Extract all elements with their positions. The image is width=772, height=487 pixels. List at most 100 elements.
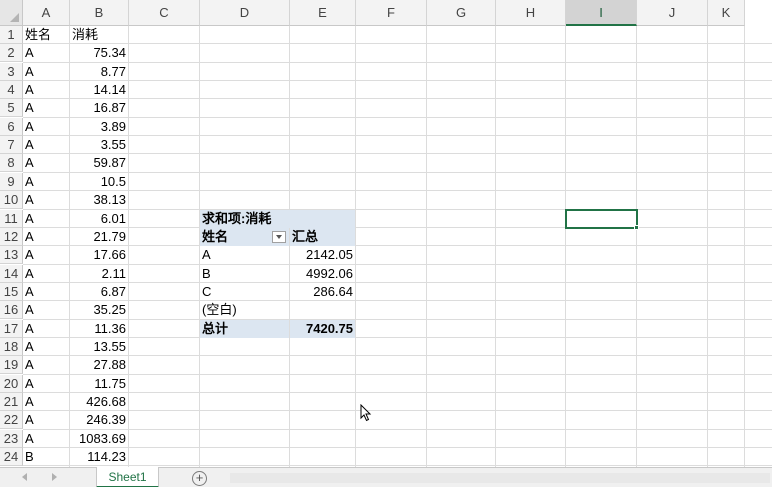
column-header-e[interactable]: E xyxy=(290,0,356,26)
cell-name[interactable]: A xyxy=(23,393,69,411)
row-header-24[interactable]: 24 xyxy=(0,448,23,467)
scroll-tabs-left-icon[interactable] xyxy=(22,473,27,481)
row-header-4[interactable]: 4 xyxy=(0,81,23,100)
row-header-13[interactable]: 13 xyxy=(0,246,23,265)
cell-name[interactable]: A xyxy=(23,154,69,172)
row-header-23[interactable]: 23 xyxy=(0,429,23,448)
cell-name[interactable]: A xyxy=(23,173,69,191)
row-header-16[interactable]: 16 xyxy=(0,301,23,320)
row-header-11[interactable]: 11 xyxy=(0,209,23,228)
row-header-9[interactable]: 9 xyxy=(0,172,23,191)
cell-consumption[interactable]: 246.39 xyxy=(70,411,128,429)
row-header-21[interactable]: 21 xyxy=(0,393,23,411)
cell-consumption[interactable]: 35.25 xyxy=(70,301,128,319)
sheet-tab-sheet1[interactable]: Sheet1 xyxy=(96,467,159,487)
row-header-18[interactable]: 18 xyxy=(0,337,23,356)
row-header-3[interactable]: 3 xyxy=(0,62,23,81)
cell-consumption[interactable]: 6.87 xyxy=(70,283,128,301)
cell-name[interactable]: A xyxy=(23,246,69,264)
cell-consumption[interactable]: 75.34 xyxy=(70,44,128,62)
cell-name[interactable]: A xyxy=(23,265,69,283)
row-header-17[interactable]: 17 xyxy=(0,319,23,338)
row-header-20[interactable]: 20 xyxy=(0,374,23,393)
column-header-d[interactable]: D xyxy=(200,0,290,26)
cell-name[interactable]: A xyxy=(23,191,69,209)
cell-name[interactable]: A xyxy=(23,301,69,319)
pivot-row-label-cell[interactable]: A xyxy=(200,246,289,264)
pivot-row-value-cell[interactable]: 286.64 xyxy=(290,283,355,301)
row-header-19[interactable]: 19 xyxy=(0,356,23,375)
cell-name[interactable]: A xyxy=(23,63,69,81)
cell-name[interactable]: A xyxy=(23,356,69,374)
row-header-5[interactable]: 5 xyxy=(0,99,23,118)
pivot-total-label[interactable]: 总计 xyxy=(200,319,289,338)
cell-consumption[interactable]: 13.55 xyxy=(70,338,128,356)
row-header-1[interactable]: 1 xyxy=(0,26,23,44)
pivot-row-label-cell[interactable]: (空白) xyxy=(200,301,289,319)
cell-b1[interactable]: 消耗 xyxy=(70,26,128,44)
pivot-row-label-cell[interactable]: B xyxy=(200,265,289,283)
cell-consumption[interactable]: 3.89 xyxy=(70,118,128,136)
column-header-g[interactable]: G xyxy=(427,0,496,26)
cell-consumption[interactable]: 6.01 xyxy=(70,210,128,228)
cell-consumption[interactable]: 11.36 xyxy=(70,320,128,338)
row-header-15[interactable]: 15 xyxy=(0,282,23,301)
cell-name[interactable]: A xyxy=(23,210,69,228)
cell-name[interactable]: B xyxy=(23,448,69,466)
cell-name[interactable]: A xyxy=(23,228,69,246)
column-header-b[interactable]: B xyxy=(70,0,129,26)
fill-handle-icon[interactable] xyxy=(634,224,639,230)
cell-consumption[interactable]: 426.68 xyxy=(70,393,128,411)
column-header-k[interactable]: K xyxy=(708,0,745,26)
cell-name[interactable]: A xyxy=(23,81,69,99)
cell-name[interactable]: A xyxy=(23,320,69,338)
cell-consumption[interactable]: 59.87 xyxy=(70,154,128,172)
scroll-tabs-right-icon[interactable] xyxy=(52,473,57,481)
spreadsheet-grid[interactable]: A B C D E F G H I J K 1 2 3 4 5 6 7 8 9 10 11 12 13 14 15 16 17 18 19… xyxy=(0,0,772,467)
cell-name[interactable]: A xyxy=(23,44,69,62)
row-header-10[interactable]: 10 xyxy=(0,191,23,210)
cell-consumption[interactable]: 21.79 xyxy=(70,228,128,246)
column-header-h[interactable]: H xyxy=(496,0,566,26)
cell-consumption[interactable]: 1083.69 xyxy=(70,430,128,448)
column-header-i[interactable]: I xyxy=(566,0,637,26)
cell-consumption[interactable]: 8.77 xyxy=(70,63,128,81)
row-header-14[interactable]: 14 xyxy=(0,264,23,283)
cell-name[interactable]: A xyxy=(23,430,69,448)
cell-consumption[interactable]: 38.13 xyxy=(70,191,128,209)
cell-name[interactable]: A xyxy=(23,99,69,117)
row-header-6[interactable]: 6 xyxy=(0,117,23,136)
cell-consumption[interactable]: 10.5 xyxy=(70,173,128,191)
cell-name[interactable]: A xyxy=(23,136,69,154)
cell-consumption[interactable]: 2.11 xyxy=(70,265,128,283)
pivot-row-value-cell[interactable]: 4992.06 xyxy=(290,265,355,283)
row-header-12[interactable]: 12 xyxy=(0,227,23,246)
cell-consumption[interactable]: 16.87 xyxy=(70,99,128,117)
pivot-filter-dropdown-icon[interactable] xyxy=(272,230,286,243)
cell-name[interactable]: A xyxy=(23,118,69,136)
column-header-f[interactable]: F xyxy=(356,0,427,26)
cell-consumption[interactable]: 11.75 xyxy=(70,375,128,393)
column-header-a[interactable]: A xyxy=(23,0,70,26)
column-header-j[interactable]: J xyxy=(637,0,708,26)
cell-name[interactable]: A xyxy=(23,283,69,301)
select-all-corner[interactable] xyxy=(0,0,23,26)
pivot-row-value-cell[interactable]: 2142.05 xyxy=(290,246,355,264)
row-header-8[interactable]: 8 xyxy=(0,154,23,173)
cell-consumption[interactable]: 27.88 xyxy=(70,356,128,374)
cell-a1[interactable]: 姓名 xyxy=(23,26,69,44)
pivot-row-label-cell[interactable]: C xyxy=(200,283,289,301)
cell-consumption[interactable]: 14.14 xyxy=(70,81,128,99)
row-header-22[interactable]: 22 xyxy=(0,411,23,430)
pivot-total-value[interactable]: 7420.75 xyxy=(290,319,355,338)
active-cell-i11[interactable] xyxy=(565,208,638,229)
pivot-title[interactable]: 求和项:消耗 xyxy=(200,209,355,228)
row-header-2[interactable]: 2 xyxy=(0,44,23,63)
cell-name[interactable]: A xyxy=(23,338,69,356)
cell-name[interactable]: A xyxy=(23,375,69,393)
pivot-row-value-cell[interactable] xyxy=(290,301,355,319)
pivot-value-label[interactable]: 汇总 xyxy=(290,227,355,246)
cell-name[interactable]: A xyxy=(23,411,69,429)
column-header-c[interactable]: C xyxy=(129,0,200,26)
add-sheet-icon[interactable]: + xyxy=(192,471,207,486)
